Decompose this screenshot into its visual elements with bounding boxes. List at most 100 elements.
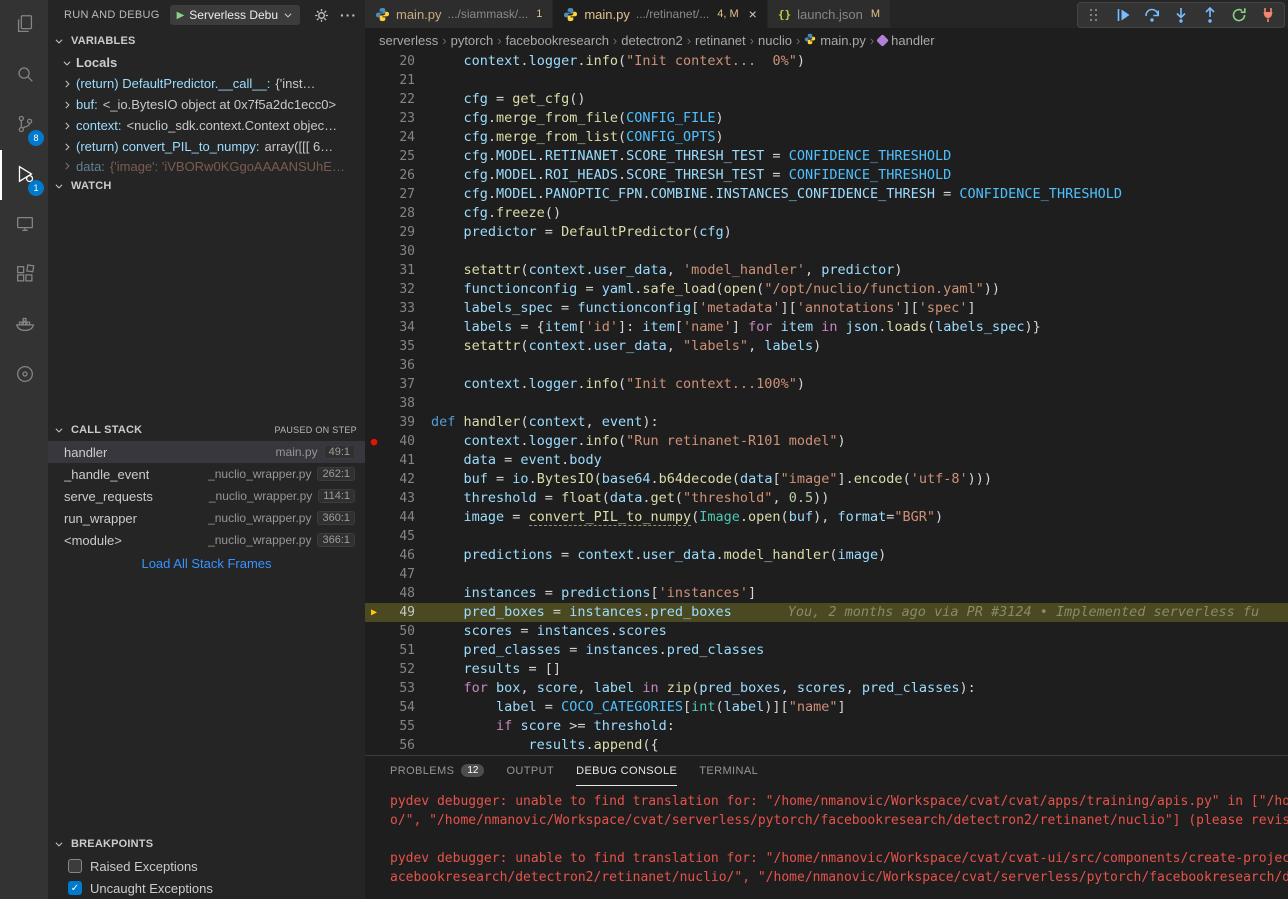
code-text[interactable]: functionconfig = yaml.safe_load(open("/o… [431, 280, 1288, 299]
breakpoint-gutter[interactable]: 46 [365, 546, 431, 565]
breakpoint-gutter[interactable]: 24 [365, 128, 431, 147]
breakpoint-gutter[interactable]: 52 [365, 660, 431, 679]
code-text[interactable]: if score >= threshold: [431, 717, 1288, 736]
launch-config-dropdown[interactable]: ▶ Serverless Debu [170, 5, 300, 25]
code-text[interactable]: def handler(context, event): [431, 413, 1288, 432]
breakpoint-gutter[interactable]: 44 [365, 508, 431, 527]
code-text[interactable]: predictions = context.user_data.model_ha… [431, 546, 1288, 565]
code-text[interactable]: pred_boxes = instances.pred_boxesYou, 2 … [431, 603, 1288, 622]
breadcrumb-item[interactable]: handler [878, 33, 934, 48]
code-text[interactable]: buf = io.BytesIO(base64.b64decode(data["… [431, 470, 1288, 489]
breakpoint-gutter[interactable]: ●40 [365, 432, 431, 451]
breakpoint-gutter[interactable]: 20 [365, 52, 431, 71]
callstack-section-header[interactable]: CALL STACK PAUSED ON STEP [48, 419, 365, 441]
code-text[interactable]: labels_spec = functionconfig['metadata']… [431, 299, 1288, 318]
start-debugging-icon[interactable]: ▶ [177, 10, 185, 21]
panel-tab-debug-console[interactable]: DEBUG CONSOLE [576, 756, 677, 786]
code-text[interactable] [431, 356, 1288, 375]
activity-source-control-button[interactable]: 8 [0, 100, 48, 150]
code-text[interactable]: cfg.MODEL.ROI_HEADS.SCORE_THRESH_TEST = … [431, 166, 1288, 185]
editor-tab[interactable]: main.py.../retinanet/...4, M× [553, 0, 768, 28]
stack-frame[interactable]: handlermain.py49:1 [48, 441, 365, 463]
debug-continue-button[interactable] [1115, 7, 1131, 23]
code-text[interactable]: cfg = get_cfg() [431, 90, 1288, 109]
breakpoint-gutter[interactable]: 38 [365, 394, 431, 413]
code-text[interactable]: cfg.MODEL.RETINANET.SCORE_THRESH_TEST = … [431, 147, 1288, 166]
breadcrumb-item[interactable]: detectron2 [621, 33, 682, 48]
breakpoint-gutter[interactable]: 37 [365, 375, 431, 394]
breakpoint-gutter[interactable]: 41 [365, 451, 431, 470]
breakpoint-gutter[interactable]: 55 [365, 717, 431, 736]
breakpoint-gutter[interactable]: 48 [365, 584, 431, 603]
load-all-stack-frames-link[interactable]: Load All Stack Frames [48, 551, 365, 575]
chevron-right-icon[interactable] [62, 161, 76, 171]
panel-tab-output[interactable]: OUTPUT [506, 756, 554, 786]
code-text[interactable]: for box, score, label in zip(pred_boxes,… [431, 679, 1288, 698]
code-text[interactable]: threshold = float(data.get("threshold", … [431, 489, 1288, 508]
code-text[interactable]: pred_classes = instances.pred_classes [431, 641, 1288, 660]
code-text[interactable]: scores = instances.scores [431, 622, 1288, 641]
chevron-right-icon[interactable] [62, 121, 76, 131]
code-text[interactable]: context.logger.info("Run retinanet-R101 … [431, 432, 1288, 451]
breakpoint-gutter[interactable]: 27 [365, 185, 431, 204]
code-editor[interactable]: 20 context.logger.info("Init context... … [365, 52, 1288, 755]
breadcrumb-item[interactable]: serverless [379, 33, 438, 48]
code-text[interactable] [431, 565, 1288, 584]
debug-step-into-button[interactable] [1173, 7, 1189, 23]
code-text[interactable]: cfg.merge_from_file(CONFIG_FILE) [431, 109, 1288, 128]
breakpoint-gutter[interactable]: 47 [365, 565, 431, 584]
locals-scope[interactable]: Locals [48, 52, 365, 73]
breadcrumb-item[interactable]: main.py [804, 33, 866, 48]
breakpoint-gutter[interactable]: 29 [365, 223, 431, 242]
variable-row[interactable]: (return) convert_PIL_to_numpy:array([[[ … [48, 136, 365, 157]
breakpoint-gutter[interactable]: ▶49 [365, 603, 431, 622]
gear-icon[interactable] [314, 8, 329, 23]
breakpoint-gutter[interactable]: 26 [365, 166, 431, 185]
breadcrumb-item[interactable]: retinanet [695, 33, 746, 48]
breakpoint-gutter[interactable]: 25 [365, 147, 431, 166]
breadcrumb-item[interactable]: nuclio [758, 33, 792, 48]
breakpoint-gutter[interactable]: 56 [365, 736, 431, 755]
breakpoint-gutter[interactable]: 43 [365, 489, 431, 508]
breakpoint-gutter[interactable]: 30 [365, 242, 431, 261]
code-text[interactable]: context.logger.info("Init context... 0%"… [431, 52, 1288, 71]
code-text[interactable]: cfg.freeze() [431, 204, 1288, 223]
breakpoint-gutter[interactable]: 45 [365, 527, 431, 546]
breakpoints-section-header[interactable]: BREAKPOINTS [48, 833, 365, 855]
stack-frame[interactable]: run_wrapper_nuclio_wrapper.py360:1 [48, 507, 365, 529]
breakpoint-gutter[interactable]: 42 [365, 470, 431, 489]
breakpoint-gutter[interactable]: 33 [365, 299, 431, 318]
code-text[interactable]: image = convert_PIL_to_numpy(Image.open(… [431, 508, 1288, 527]
code-text[interactable] [431, 394, 1288, 413]
chevron-right-icon[interactable] [62, 142, 76, 152]
code-text[interactable]: context.logger.info("Init context...100%… [431, 375, 1288, 394]
stack-frame[interactable]: <module>_nuclio_wrapper.py366:1 [48, 529, 365, 551]
breakpoint-gutter[interactable]: 28 [365, 204, 431, 223]
breakpoint-gutter[interactable]: 35 [365, 337, 431, 356]
debug-restart-button[interactable] [1231, 7, 1247, 23]
debug-step-out-button[interactable] [1202, 7, 1218, 23]
breakpoint-gutter[interactable]: 53 [365, 679, 431, 698]
variable-row[interactable]: context:<nuclio_sdk.context.Context obje… [48, 115, 365, 136]
code-text[interactable]: predictor = DefaultPredictor(cfg) [431, 223, 1288, 242]
breakpoint-gutter[interactable]: 32 [365, 280, 431, 299]
debug-toolbar-grip[interactable] [1086, 7, 1102, 23]
activity-remote-explorer-button[interactable] [0, 200, 48, 250]
breadcrumb-item[interactable]: pytorch [451, 33, 494, 48]
breakpoint-gutter[interactable]: 39 [365, 413, 431, 432]
code-text[interactable]: labels = {item['id']: item['name'] for i… [431, 318, 1288, 337]
breakpoint-icon[interactable]: ● [365, 432, 383, 451]
activity-misc-tool-button[interactable] [0, 350, 48, 400]
editor-tab[interactable]: main.py.../siammask/...1 [365, 0, 553, 28]
activity-explorer-button[interactable] [0, 0, 48, 50]
activity-run-debug-button[interactable]: 1 [0, 150, 48, 200]
code-text[interactable]: cfg.merge_from_list(CONFIG_OPTS) [431, 128, 1288, 147]
variable-row[interactable]: buf:<_io.BytesIO object at 0x7f5a2dc1ecc… [48, 94, 365, 115]
variables-section-header[interactable]: VARIABLES [48, 30, 365, 52]
breakpoint-gutter[interactable]: 50 [365, 622, 431, 641]
panel-tab-terminal[interactable]: TERMINAL [699, 756, 758, 786]
code-text[interactable] [431, 527, 1288, 546]
chevron-right-icon[interactable] [62, 79, 76, 89]
editor-tab[interactable]: {}launch.jsonM [768, 0, 891, 28]
watch-section-header[interactable]: WATCH [48, 175, 365, 197]
